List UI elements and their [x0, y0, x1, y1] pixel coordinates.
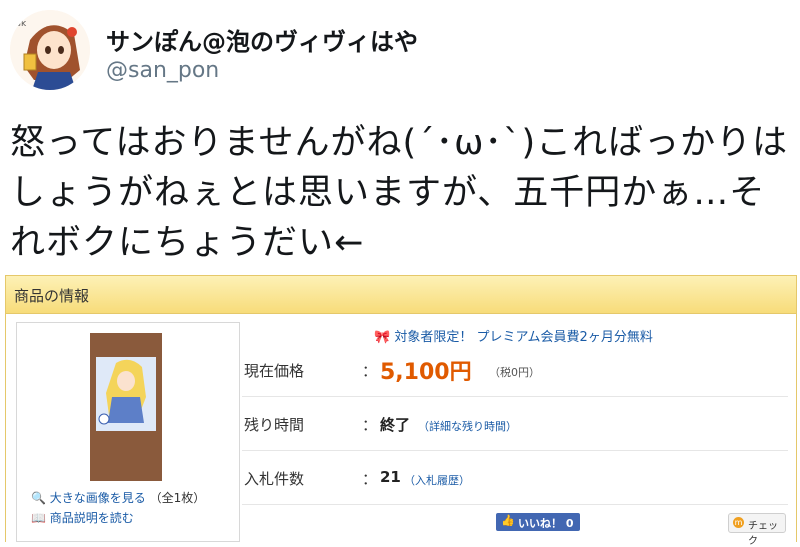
check-circle-icon: m — [733, 517, 744, 528]
promo-text: 対象者限定！ プレミアム会員費2ヶ月分無料 — [394, 330, 653, 345]
tax-note: （税0円） — [489, 366, 540, 379]
display-name[interactable]: サンぽん@泡のヴィヴィはや — [106, 22, 418, 57]
bid-history-link[interactable]: （入札履歴） — [404, 472, 470, 488]
bids-label: 入札件数 — [244, 470, 305, 488]
divider — [242, 396, 788, 397]
time-detail-link[interactable]: （詳細な残り時間） — [418, 418, 517, 434]
price-label: 現在価格 — [244, 362, 305, 380]
svg-text:Gk: Gk — [14, 19, 27, 29]
divider — [242, 450, 788, 451]
time-value: 終了 — [380, 416, 411, 434]
card-art-icon — [96, 357, 156, 431]
like-button-label: いいね！ 0 — [518, 517, 574, 530]
user-handle[interactable]: @san_pon — [106, 58, 219, 83]
time-label: 残り時間 — [244, 416, 305, 434]
check-button[interactable]: m チェック — [728, 513, 786, 547]
product-image[interactable] — [90, 333, 162, 481]
like-button[interactable]: 👍 いいね！ 0 — [496, 513, 580, 531]
anime-character-avatar-icon: Gk — [10, 10, 90, 90]
description-text: 商品説明を読む — [49, 511, 134, 525]
panel-header: 商品の情報 — [6, 276, 796, 314]
magnifier-icon: 🔍 — [31, 491, 46, 505]
panel-title: 商品の情報 — [14, 287, 90, 305]
book-icon: 📖 — [31, 511, 46, 525]
enlarge-image-text: 大きな画像を見る — [49, 491, 146, 505]
current-price: 5,100円 — [380, 360, 472, 385]
bids-colon: ： — [362, 470, 378, 488]
thumbs-up-icon: 👍 — [501, 514, 515, 527]
ribbon-icon: 🎀 — [374, 330, 391, 345]
image-count: （全1枚） — [149, 491, 206, 505]
description-link[interactable]: 📖 商品説明を読む — [31, 509, 134, 526]
product-image-box: 🔍 大きな画像を見る （全1枚） 📖 商品説明を読む — [16, 322, 240, 542]
avatar[interactable]: Gk — [10, 10, 90, 90]
check-button-label: チェック — [748, 521, 778, 547]
price-colon: ： — [362, 362, 378, 380]
product-info-panel: 商品の情報 🔍 大きな画像を見る （全1枚） 📖 商品説明を読む 🎀 対象者限定… — [5, 275, 797, 547]
divider — [242, 504, 788, 505]
time-colon: ： — [362, 416, 378, 434]
premium-promo-link[interactable]: 🎀 対象者限定！ プレミアム会員費2ヶ月分無料 — [374, 326, 653, 345]
enlarge-image-link[interactable]: 🔍 大きな画像を見る （全1枚） — [31, 489, 205, 506]
tweet-text: 怒ってはおりませんがね(´･ω･`)こればっかりは しょうがねぇとは思いますが、… — [10, 123, 789, 263]
card-illustration — [96, 357, 156, 431]
bids-value: 21 — [380, 468, 401, 486]
